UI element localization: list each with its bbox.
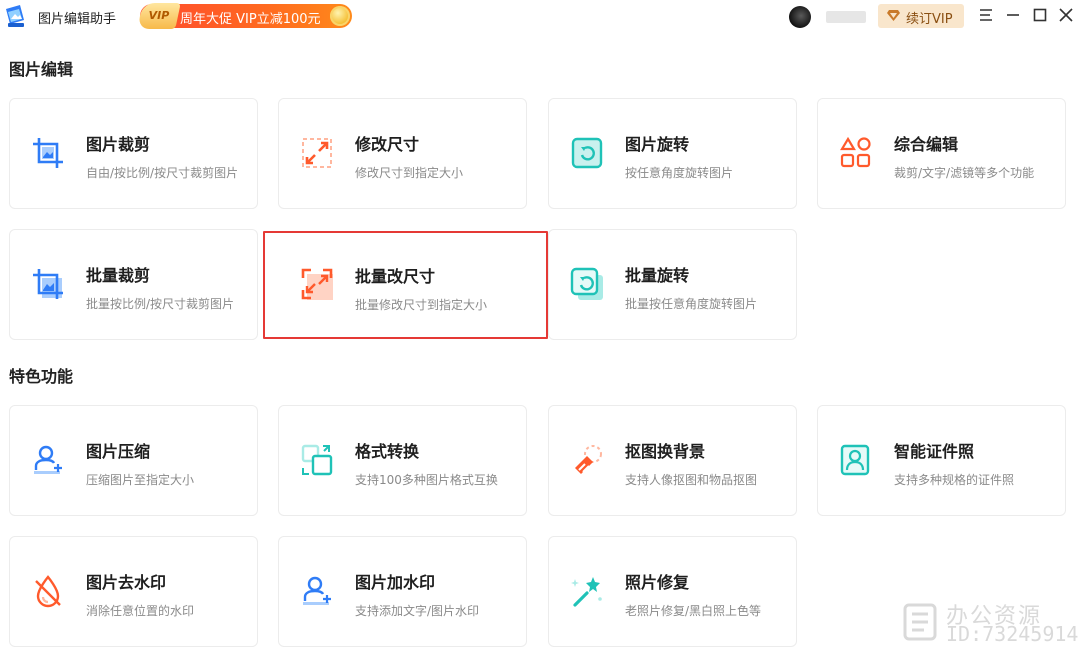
- card-title: 修改尺寸: [355, 135, 420, 154]
- card-comprehensive-edit[interactable]: 综合编辑 裁剪/文字/滤镜等多个功能: [817, 98, 1066, 209]
- corner-watermark: 办公资源 ID:73245914: [900, 598, 1080, 650]
- crop-icon: [33, 138, 63, 168]
- card-title: 批量旋转: [625, 266, 690, 285]
- menu-icon[interactable]: [977, 6, 995, 24]
- card-title: 综合编辑: [894, 135, 959, 154]
- minimize-icon[interactable]: [1004, 6, 1022, 24]
- rotate-icon: [571, 137, 603, 169]
- avatar[interactable]: [789, 6, 811, 28]
- app-logo-icon: [6, 5, 24, 27]
- card-desc: 批量按任意角度旋转图片: [625, 297, 758, 311]
- card-rotate[interactable]: 图片旋转 按任意角度旋转图片: [548, 98, 797, 209]
- app-name: 图片编辑助手: [38, 12, 117, 27]
- card-title: 图片加水印: [355, 573, 436, 592]
- title-bar: 图片编辑助手 VIP 周年大促 VIP立减100元 续订VIP: [0, 0, 1080, 34]
- card-desc: 支持100多种图片格式互换: [355, 473, 498, 487]
- card-batch-resize[interactable]: 批量改尺寸 批量修改尺寸到指定大小: [263, 231, 548, 339]
- card-desc: 支持多种规格的证件照: [894, 473, 1015, 487]
- repair-icon: [571, 577, 602, 607]
- card-batch-crop[interactable]: 批量裁剪 批量按比例/按尺寸裁剪图片: [9, 229, 258, 340]
- batch-crop-icon: [33, 269, 63, 299]
- card-desc: 消除任意位置的水印: [86, 604, 195, 618]
- card-desc: 支持人像抠图和物品抠图: [625, 473, 758, 487]
- card-resize[interactable]: 修改尺寸 修改尺寸到指定大小: [278, 98, 527, 209]
- card-desc: 修改尺寸到指定大小: [355, 166, 464, 180]
- batch-rotate-icon: [570, 267, 603, 300]
- remove-watermark-icon: [35, 575, 61, 608]
- card-desc: 批量修改尺寸到指定大小: [355, 298, 488, 312]
- shapes-icon: [840, 136, 871, 168]
- section-title-image-edit: 图片编辑: [9, 60, 74, 79]
- maximize-icon[interactable]: [1031, 6, 1049, 24]
- section-title-features: 特色功能: [9, 367, 74, 386]
- diamond-icon: [887, 10, 900, 21]
- convert-icon: [301, 444, 333, 476]
- username: [826, 11, 866, 23]
- card-title: 批量裁剪: [86, 266, 151, 285]
- card-title: 图片去水印: [86, 573, 167, 592]
- card-crop[interactable]: 图片裁剪 自由/按比例/按尺寸裁剪图片: [9, 98, 258, 209]
- promo-banner[interactable]: VIP 周年大促 VIP立减100元: [137, 3, 352, 29]
- card-desc: 老照片修复/黑白照上色等: [625, 604, 762, 618]
- card-photo-repair[interactable]: 照片修复 老照片修复/黑白照上色等: [548, 536, 797, 647]
- card-title: 抠图换背景: [625, 442, 706, 461]
- batch-resize-icon: [301, 268, 333, 300]
- id-photo-icon: [840, 444, 870, 476]
- compress-icon: [34, 445, 62, 474]
- close-icon[interactable]: [1057, 6, 1075, 24]
- card-desc: 压缩图片至指定大小: [86, 473, 195, 487]
- card-title: 图片旋转: [625, 135, 690, 154]
- card-id-photo[interactable]: 智能证件照 支持多种规格的证件照: [817, 405, 1066, 516]
- card-add-watermark[interactable]: 图片加水印 支持添加文字/图片水印: [278, 536, 527, 647]
- watermark-logo-icon: [903, 603, 937, 641]
- card-format-convert[interactable]: 格式转换 支持100多种图片格式互换: [278, 405, 527, 516]
- card-desc: 按任意角度旋转图片: [625, 166, 734, 180]
- add-watermark-icon: [303, 576, 331, 605]
- card-desc: 裁剪/文字/滤镜等多个功能: [894, 166, 1035, 180]
- card-remove-watermark[interactable]: 图片去水印 消除任意位置的水印: [9, 536, 258, 647]
- card-title: 智能证件照: [894, 442, 975, 461]
- card-compress[interactable]: 图片压缩 压缩图片至指定大小: [9, 405, 258, 516]
- card-title: 批量改尺寸: [355, 267, 436, 286]
- card-batch-rotate[interactable]: 批量旋转 批量按任意角度旋转图片: [548, 229, 797, 340]
- card-title: 格式转换: [355, 442, 420, 461]
- coin-icon: [330, 6, 350, 26]
- cutout-icon: [575, 445, 602, 474]
- watermark-id: ID:73245914: [946, 622, 1079, 646]
- card-desc: 支持添加文字/图片水印: [355, 604, 480, 618]
- resize-icon: [302, 138, 332, 168]
- promo-text: 周年大促 VIP立减100元: [180, 12, 321, 27]
- card-cutout[interactable]: 抠图换背景 支持人像抠图和物品抠图: [548, 405, 797, 516]
- card-title: 照片修复: [625, 573, 690, 592]
- card-title: 图片压缩: [86, 442, 151, 461]
- renew-vip-button[interactable]: 续订VIP: [878, 4, 964, 28]
- card-desc: 批量按比例/按尺寸裁剪图片: [86, 297, 235, 311]
- vip-badge: VIP: [137, 3, 181, 29]
- card-title: 图片裁剪: [86, 135, 151, 154]
- card-desc: 自由/按比例/按尺寸裁剪图片: [86, 166, 239, 180]
